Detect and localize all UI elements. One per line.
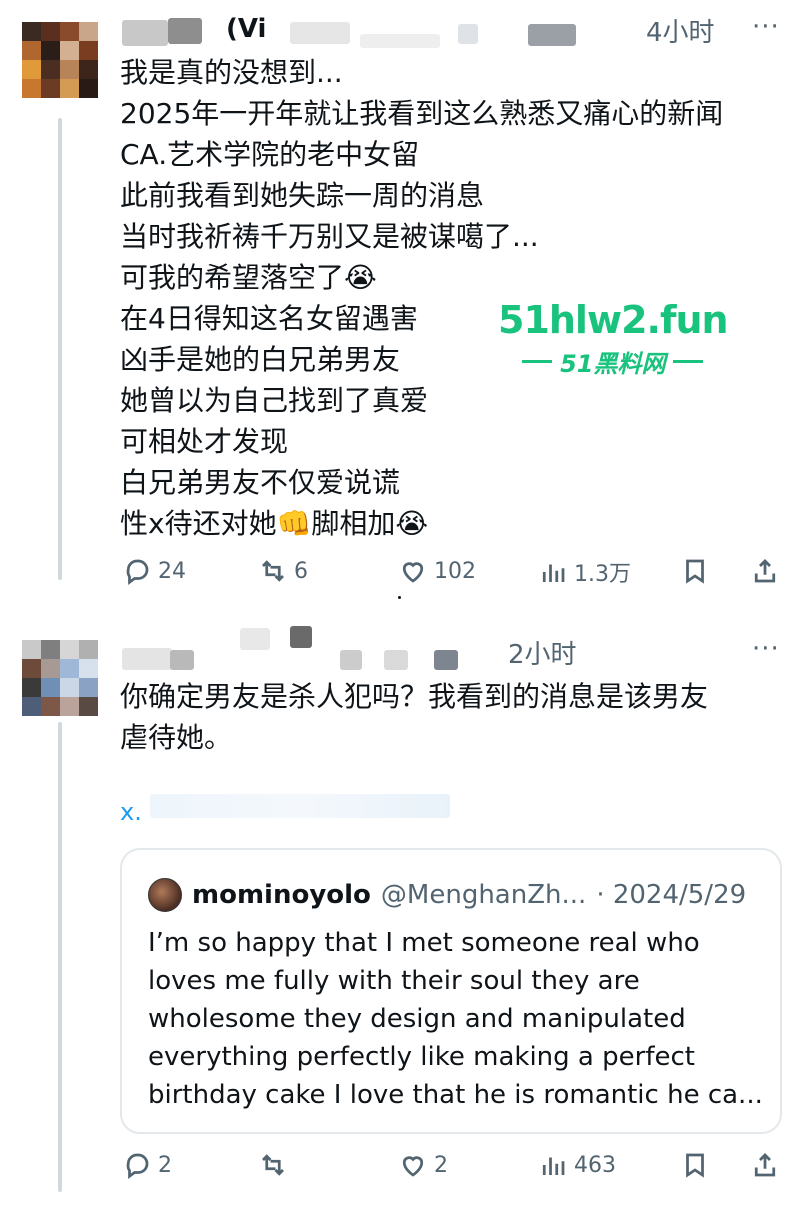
link-fragment[interactable]: x. <box>120 798 142 826</box>
views-icon <box>542 564 565 582</box>
views-count: 1.3万 <box>574 562 631 587</box>
user-name-partial[interactable]: (Vi <box>226 14 266 44</box>
retweet-button[interactable]: 6 <box>258 556 308 586</box>
username-redacted <box>528 24 576 46</box>
quoted-user-handle[interactable]: @MenghanZh... <box>381 880 586 910</box>
quoted-date[interactable]: · 2024/5/29 <box>596 880 746 910</box>
bookmark-button[interactable] <box>680 1150 710 1180</box>
username-redacted <box>240 628 270 650</box>
retweet-button[interactable] <box>258 1150 294 1180</box>
watermark-dash <box>522 360 553 363</box>
avatar[interactable] <box>22 640 98 716</box>
watermark-dash <box>673 360 704 363</box>
retweet-count: 6 <box>294 558 308 584</box>
quoted-avatar[interactable] <box>148 878 182 912</box>
reply-count: 24 <box>158 558 186 584</box>
bookmark-icon <box>686 559 704 584</box>
watermark: 51hlw2.fun 51黑料网 <box>498 298 729 379</box>
tweet-actions: 24 6 102 1.3万 <box>118 556 780 596</box>
views-button[interactable]: 463 <box>538 1150 616 1180</box>
username-redacted <box>122 20 168 46</box>
username-redacted <box>170 650 194 670</box>
divider-dot <box>398 596 401 599</box>
bookmark-button[interactable] <box>680 556 710 586</box>
like-count: 2 <box>434 1152 448 1178</box>
avatar[interactable] <box>22 22 98 98</box>
username-redacted <box>290 626 312 648</box>
share-icon <box>754 559 776 583</box>
like-icon <box>402 1156 424 1177</box>
like-button[interactable]: 102 <box>398 556 476 586</box>
views-icon <box>542 1157 565 1175</box>
watermark-domain: 51hlw2.fun <box>498 298 729 342</box>
thread-line-top <box>58 118 62 580</box>
views-button[interactable]: 1.3万 <box>538 556 631 588</box>
timestamp[interactable]: 4小时 <box>646 12 715 49</box>
share-button[interactable] <box>750 1150 780 1180</box>
like-button[interactable]: 2 <box>398 1150 448 1180</box>
share-button[interactable] <box>750 556 780 586</box>
quoted-tweet-card[interactable]: mominoyolo @MenghanZh... · 2024/5/29 I’m… <box>120 848 782 1134</box>
username-redacted <box>290 22 350 44</box>
share-icon <box>754 1153 776 1177</box>
reply-icon <box>126 559 149 585</box>
reply-body: 你确定男友是杀人犯吗？我看到的消息是该男友 虐待她。 <box>120 680 709 754</box>
like-count: 102 <box>434 558 476 584</box>
username-redacted <box>340 650 362 670</box>
views-count: 463 <box>574 1152 616 1178</box>
username-redacted <box>458 24 478 44</box>
more-options-icon[interactable]: ··· <box>752 634 780 664</box>
username-redacted <box>360 34 440 48</box>
quoted-user-name[interactable]: mominoyolo <box>192 880 371 910</box>
reply-button[interactable]: 24 <box>122 556 186 586</box>
reply-button[interactable]: 2 <box>122 1150 172 1180</box>
bookmark-icon <box>686 1153 704 1178</box>
like-icon <box>402 562 424 583</box>
reply-icon <box>126 1153 149 1179</box>
link-redacted <box>150 794 450 818</box>
retweet-icon <box>262 560 284 582</box>
username-redacted <box>384 650 408 670</box>
username-redacted <box>434 650 458 670</box>
username-redacted <box>168 18 202 44</box>
thread-line-bottom <box>58 722 62 1192</box>
reply-count: 2 <box>158 1152 172 1178</box>
username-redacted <box>122 648 172 670</box>
retweet-icon <box>262 1154 284 1176</box>
quoted-tweet-header: mominoyolo @MenghanZh... · 2024/5/29 <box>148 878 746 912</box>
more-options-icon[interactable]: ··· <box>752 12 780 42</box>
quoted-tweet-text: I’m so happy that I met someone real who… <box>148 928 763 1110</box>
watermark-site: 51黑料网 <box>560 350 666 378</box>
timestamp[interactable]: 2小时 <box>508 634 577 671</box>
watermark-site-row: 51黑料网 <box>498 344 728 379</box>
tweet-actions: 2 2 463 <box>118 1150 780 1190</box>
